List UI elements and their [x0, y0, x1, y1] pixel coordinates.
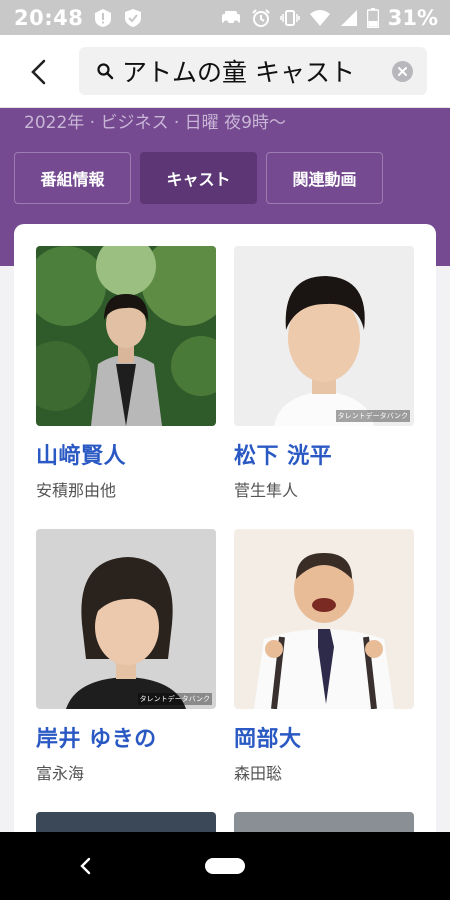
cast-photo[interactable]: タレントデータバンク [36, 529, 216, 709]
vibrate-icon [279, 8, 300, 28]
nav-back-icon[interactable] [78, 856, 92, 880]
search-input[interactable]: アトムの童 キャスト [122, 53, 387, 89]
tab-cast[interactable]: キャスト [140, 152, 257, 204]
cast-role: 菅生隼人 [234, 481, 299, 500]
photo-credit: タレントデータバンク [335, 410, 410, 422]
cast-item[interactable]: 山﨑賢人 安積那由他 [36, 246, 216, 501]
status-left: 20:48 [14, 6, 143, 30]
status-bar: 20:48 31% [0, 0, 450, 35]
search-header: アトムの童 キャスト [0, 35, 450, 108]
search-icon [96, 61, 116, 81]
clear-search-button[interactable] [392, 61, 413, 82]
tab-program-info[interactable]: 番組情報 [14, 152, 131, 204]
cast-role: 安積那由他 [36, 481, 117, 500]
tab-bar: 番組情報 キャスト 関連動画 [14, 152, 383, 204]
navigation-bar [0, 832, 450, 900]
tab-related-videos[interactable]: 関連動画 [266, 152, 383, 204]
cast-name[interactable]: 松下 洸平 [234, 438, 414, 470]
search-box[interactable]: アトムの童 キャスト [79, 47, 427, 95]
status-right: 31% [220, 6, 438, 30]
wifi-icon [309, 9, 331, 27]
cast-name[interactable]: 岡部大 [234, 721, 414, 753]
battery-icon [366, 7, 379, 28]
cast-name[interactable]: 岸井 ゆきの [36, 721, 216, 753]
cast-card: 山﨑賢人 安積那由他 タレントデータバンク 松下 洸平 菅生隼人 タレントデータ… [14, 224, 436, 864]
cast-name[interactable]: 山﨑賢人 [36, 438, 216, 470]
cast-photo[interactable] [36, 246, 216, 426]
alert-icon [93, 8, 113, 28]
nav-home-pill[interactable] [205, 858, 245, 874]
status-time: 20:48 [14, 5, 84, 30]
program-meta: 2022年 · ビジネス · 日曜 夜9時〜 [24, 113, 286, 133]
cast-item[interactable]: 岡部大 森田聡 [234, 529, 414, 784]
cast-photo[interactable]: タレントデータバンク [234, 246, 414, 426]
cast-item[interactable]: タレントデータバンク 岸井 ゆきの 富永海 [36, 529, 216, 784]
cast-role: 森田聡 [234, 764, 283, 783]
car-icon [220, 9, 242, 27]
cast-item[interactable]: タレントデータバンク 松下 洸平 菅生隼人 [234, 246, 414, 501]
clear-icon [398, 67, 407, 76]
cast-role: 富永海 [36, 764, 85, 783]
alarm-icon [251, 8, 271, 28]
back-arrow-icon [31, 59, 46, 85]
battery-percentage: 31% [387, 5, 438, 30]
photo-credit: タレントデータバンク [137, 693, 212, 705]
signal-icon [340, 9, 358, 27]
cast-photo[interactable] [234, 529, 414, 709]
back-button[interactable] [22, 55, 56, 89]
shield-check-icon [123, 8, 143, 28]
